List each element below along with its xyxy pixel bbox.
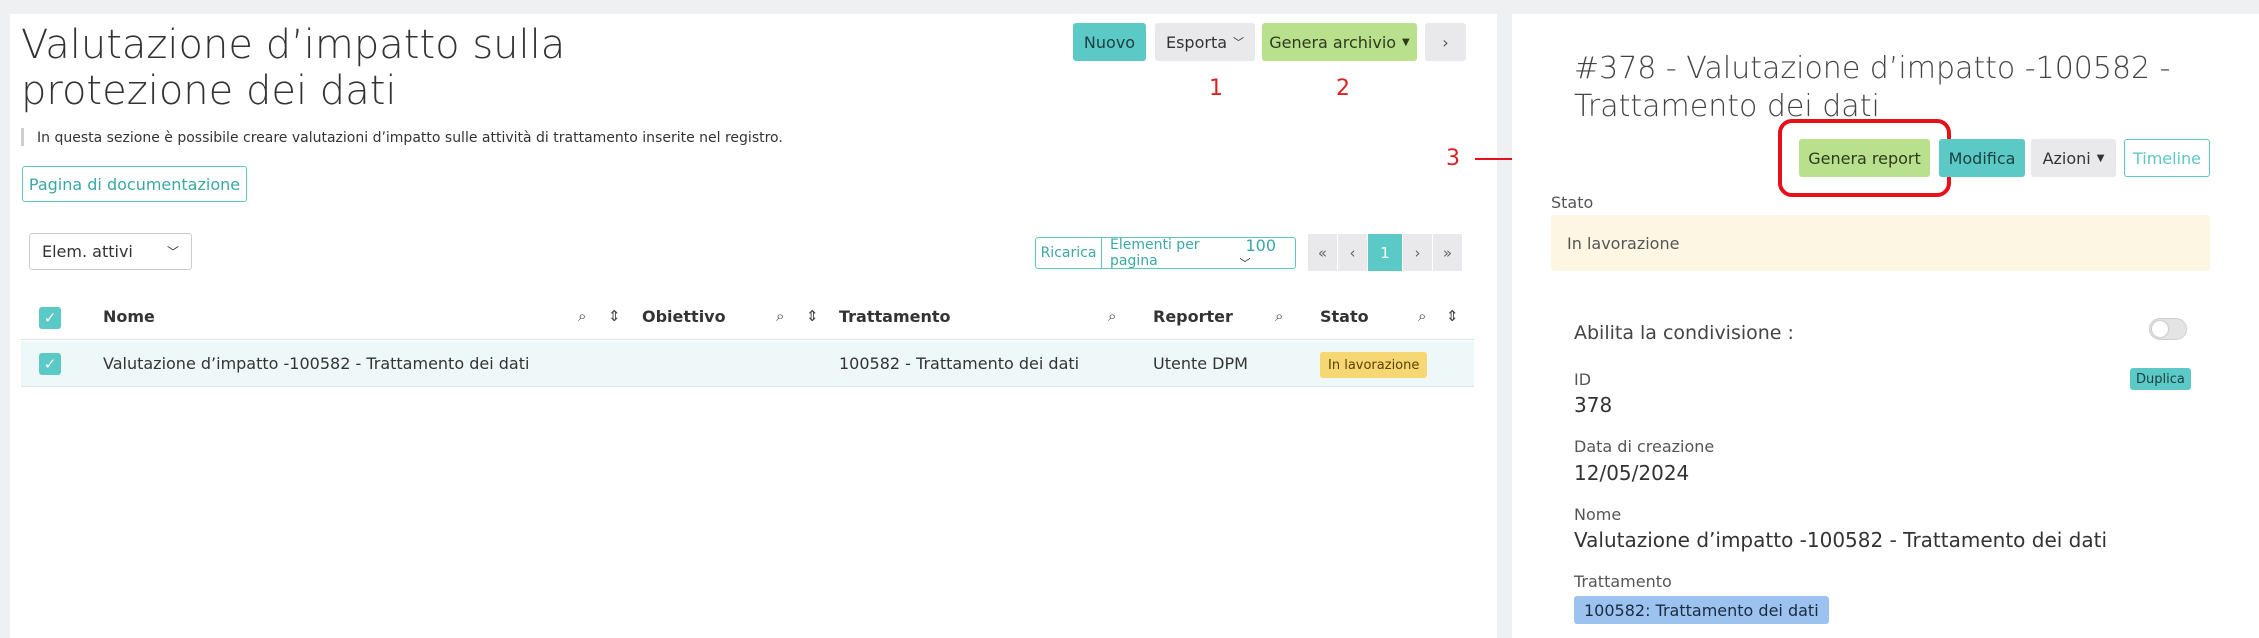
stato-label: Stato <box>1551 193 1594 212</box>
documentation-button[interactable]: Pagina di documentazione <box>22 166 247 202</box>
azioni-button[interactable]: Azioni ▼ <box>2031 139 2116 177</box>
caret-down-icon: ▼ <box>1402 36 1410 48</box>
trattamento-label: Trattamento <box>1574 572 1672 591</box>
toggle-knob <box>2152 321 2168 337</box>
azioni-label: Azioni <box>2042 148 2091 168</box>
nome-value: Valutazione d’impatto -100582 - Trattame… <box>1574 528 2108 552</box>
sort-icon[interactable]: ⇕ <box>608 307 621 325</box>
timeline-button[interactable]: Timeline <box>2124 139 2210 177</box>
filter-select-value: Elem. attivi <box>42 242 133 261</box>
annotation-2: 2 <box>1336 76 1350 101</box>
chevron-down-icon: ﹀ <box>1233 36 1245 49</box>
id-label: ID <box>1574 370 1592 389</box>
annotation-highlight <box>1778 119 1951 197</box>
sharing-toggle[interactable] <box>2149 318 2187 340</box>
cell-reporter: Utente DPM <box>1153 354 1248 373</box>
condivisione-label: Abilita la condivisione : <box>1574 322 1794 344</box>
detail-title: #378 - Valutazione d’impatto -100582 - T… <box>1574 51 2171 124</box>
header-stato[interactable]: Stato <box>1320 307 1369 326</box>
cell-nome: Valutazione d’impatto -100582 - Trattame… <box>103 354 530 373</box>
status-badge: In lavorazione <box>1320 352 1428 378</box>
chevron-right-icon: › <box>1442 32 1449 52</box>
annotation-1: 1 <box>1209 76 1223 101</box>
genera-archivio-label: Genera archivio <box>1269 32 1397 52</box>
sort-icon[interactable]: ⇕ <box>806 307 819 325</box>
data-creazione-value: 12/05/2024 <box>1574 461 1690 485</box>
modifica-button[interactable]: Modifica <box>1939 139 2025 177</box>
search-icon[interactable]: ⌕ <box>578 307 586 325</box>
search-icon[interactable]: ⌕ <box>1275 307 1283 325</box>
page-first-button[interactable]: « <box>1308 234 1338 271</box>
search-icon[interactable]: ⌕ <box>1418 307 1426 325</box>
filter-select[interactable]: Elem. attivi ﹀ <box>29 233 192 270</box>
esporta-label: Esporta <box>1165 32 1228 52</box>
per-page-value: 100 <box>1245 237 1277 255</box>
chevron-down-icon: ﹀ <box>1239 256 1251 269</box>
annotation-3: 3 <box>1446 146 1460 171</box>
stato-value-box: In lavorazione <box>1551 215 2210 271</box>
genera-archivio-button[interactable]: Genera archivio ▼ <box>1262 23 1417 61</box>
nuovo-button[interactable]: Nuovo <box>1073 23 1146 61</box>
chevron-down-icon: ﹀ <box>166 245 179 259</box>
next-panel-button[interactable]: › <box>1425 23 1466 61</box>
search-icon[interactable]: ⌕ <box>776 307 784 325</box>
page-title: Valutazione d’impatto sulla protezione d… <box>21 22 566 114</box>
description-bar <box>21 128 24 146</box>
id-value: 378 <box>1574 393 1613 417</box>
page-current-button[interactable]: 1 <box>1368 234 1403 271</box>
duplica-button[interactable]: Duplica <box>2130 368 2191 390</box>
pagination: « ‹ 1 › » <box>1308 234 1463 271</box>
table-header: ✓ Nome ⌕ ⇕ Obiettivo ⌕ ⇕ Trattamento ⌕ R… <box>21 295 1474 340</box>
header-reporter[interactable]: Reporter <box>1153 307 1233 326</box>
header-obiettivo[interactable]: Obiettivo <box>642 307 726 326</box>
reload-group: Ricarica Elementi per pagina 100 ﹀ <box>1035 237 1296 269</box>
page-prev-button[interactable]: ‹ <box>1338 234 1368 271</box>
per-page-select[interactable]: Elementi per pagina 100 ﹀ <box>1102 238 1295 268</box>
header-nome[interactable]: Nome <box>103 307 155 326</box>
sort-icon[interactable]: ⇕ <box>1446 307 1459 325</box>
stato-value: In lavorazione <box>1567 233 1680 253</box>
cell-trattamento: 100582 - Trattamento dei dati <box>839 354 1080 373</box>
per-page-label: Elementi per pagina <box>1110 237 1200 269</box>
select-all-checkbox[interactable]: ✓ <box>39 307 61 329</box>
nuovo-label: Nuovo <box>1083 32 1136 52</box>
reload-button[interactable]: Ricarica <box>1036 238 1102 268</box>
table-row[interactable]: ✓ Valutazione d’impatto -100582 - Tratta… <box>21 341 1474 387</box>
nome-label: Nome <box>1574 505 1622 524</box>
header-trattamento[interactable]: Trattamento <box>839 307 951 326</box>
esporta-button[interactable]: Esporta ﹀ <box>1155 23 1255 61</box>
search-icon[interactable]: ⌕ <box>1108 307 1116 325</box>
page-next-button[interactable]: › <box>1403 234 1433 271</box>
page-last-button[interactable]: » <box>1433 234 1463 271</box>
trattamento-badge[interactable]: 100582: Trattamento dei dati <box>1574 596 1829 624</box>
row-checkbox[interactable]: ✓ <box>39 353 61 375</box>
data-creazione-label: Data di creazione <box>1574 437 1715 456</box>
caret-down-icon: ▼ <box>2096 152 2105 164</box>
page-description: In questa sezione è possibile creare val… <box>37 130 783 146</box>
